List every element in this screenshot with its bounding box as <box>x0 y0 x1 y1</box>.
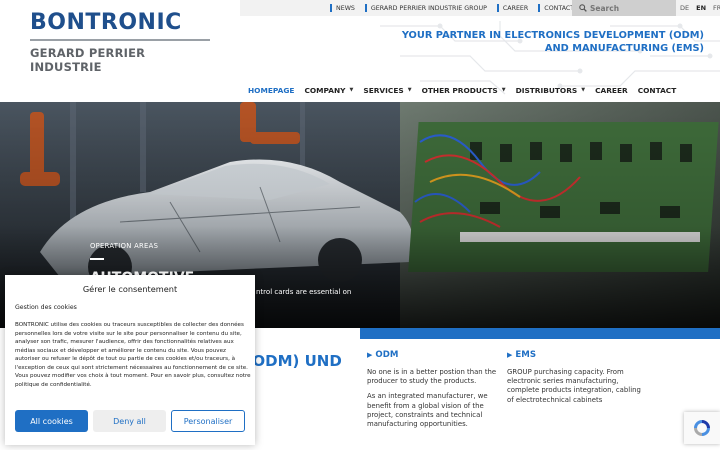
top-link-label: CAREER <box>502 4 529 12</box>
site-header: BONTRONIC GERARD PERRIER INDUSTRIE NEWS … <box>0 0 720 102</box>
brand-name: BONTRONIC <box>30 10 182 35</box>
chevron-down-icon: ▼ <box>407 87 412 93</box>
nav-contact[interactable]: CONTACT <box>638 86 677 95</box>
nav-label: CONTACT <box>637 85 677 95</box>
customize-button[interactable]: Personaliser <box>171 410 245 432</box>
brand-subtitle: GERARD PERRIER INDUSTRIE <box>30 46 146 74</box>
accent-strip <box>360 328 720 339</box>
ems-paragraph: GROUP purchasing capacity. From electron… <box>507 368 641 404</box>
search-input[interactable] <box>590 3 670 13</box>
chevron-down-icon: ▼ <box>581 87 586 93</box>
brand-logo[interactable]: BONTRONIC GERARD PERRIER INDUSTRIE <box>30 12 212 74</box>
search-box[interactable] <box>572 0 676 16</box>
link-marker <box>538 4 541 12</box>
nav-distributors[interactable]: DISTRIBUTORS ▼ <box>516 86 586 95</box>
top-link-label: NEWS <box>336 4 355 12</box>
nav-label: HOMEPAGE <box>248 85 295 95</box>
lang-fr[interactable]: FR <box>713 4 720 12</box>
link-marker <box>364 4 367 12</box>
nav-career[interactable]: CAREER <box>595 86 628 95</box>
top-link-group[interactable]: GERARD PERRIER INDUSTRIE GROUP <box>364 4 487 12</box>
top-link-contact[interactable]: CONTACT <box>538 4 574 12</box>
nav-label: COMPANY <box>304 85 346 95</box>
company-tagline: YOUR PARTNER IN ELECTRONICS DEVELOPMENT … <box>402 29 704 55</box>
tagline-line-2: AND MANUFACTURING (EMS) <box>544 43 704 54</box>
nav-label: OTHER PRODUCTS <box>421 85 498 95</box>
tagline-line-1: YOUR PARTNER IN ELECTRONICS DEVELOPMENT … <box>401 30 704 41</box>
nav-other-products[interactable]: OTHER PRODUCTS ▼ <box>422 86 506 95</box>
triangle-right-icon: ▶ <box>367 351 373 359</box>
nav-label: SERVICES <box>363 85 404 95</box>
hero-overline: OPERATION AREAS <box>90 242 159 250</box>
top-link-news[interactable]: NEWS <box>330 4 355 12</box>
cookie-subtitle: Gestion des cookies <box>15 304 77 311</box>
link-marker <box>330 4 332 12</box>
search-icon <box>579 4 587 12</box>
top-link-career[interactable]: CAREER <box>496 4 529 12</box>
nav-company[interactable]: COMPANY ▼ <box>304 86 353 95</box>
cookie-consent-dialog: Gérer le consentement Gestion des cookie… <box>5 275 255 445</box>
logo-divider <box>30 39 210 41</box>
top-bar: NEWS GERARD PERRIER INDUSTRIE GROUP CARE… <box>240 0 720 16</box>
odm-paragraph: As an integrated manufacturer, we benefi… <box>367 392 488 429</box>
cookie-body: BONTRONIC utilise des cookies ou traceur… <box>15 322 251 388</box>
ems-column: ▶ EMS GROUP purchasing capacity. From ele… <box>507 350 647 411</box>
hero-divider <box>90 258 104 260</box>
odm-heading[interactable]: ▶ ODM <box>367 350 507 360</box>
nav-services[interactable]: SERVICES ▼ <box>363 86 411 95</box>
odm-paragraph: No one is in a better postion than the p… <box>367 368 497 386</box>
odm-column: ▶ ODM No one is in a better postion than … <box>367 350 507 435</box>
hero-text: ntrol cards are essential on <box>256 288 352 296</box>
recaptcha-badge[interactable] <box>684 412 720 444</box>
chevron-down-icon: ▼ <box>501 87 506 93</box>
odm-heading-label: ODM <box>375 350 399 360</box>
lang-de[interactable]: DE <box>680 4 689 12</box>
lang-en[interactable]: EN <box>696 4 706 12</box>
top-links: NEWS GERARD PERRIER INDUSTRIE GROUP CARE… <box>330 0 584 16</box>
top-link-label: GERARD PERRIER INDUSTRIE GROUP <box>370 4 487 12</box>
top-link-label: CONTACT <box>544 4 575 12</box>
link-marker <box>496 4 499 12</box>
nav-homepage[interactable]: HOMEPAGE <box>248 86 294 95</box>
recaptcha-icon <box>694 420 710 436</box>
cookie-title: Gérer le consentement <box>82 284 178 294</box>
triangle-right-icon: ▶ <box>507 351 513 359</box>
accept-all-button[interactable]: All cookies <box>15 410 88 432</box>
nav-label: CAREER <box>595 85 628 95</box>
language-switcher: DE EN FR <box>680 0 720 16</box>
nav-label: DISTRIBUTORS <box>515 85 578 95</box>
deny-all-button[interactable]: Deny all <box>93 410 166 432</box>
main-navigation: HOMEPAGE COMPANY ▼ SERVICES ▼ OTHER PRODUC… <box>248 84 686 96</box>
chevron-down-icon: ▼ <box>349 87 354 93</box>
ems-heading[interactable]: ▶ EMS <box>507 350 647 360</box>
ems-heading-label: EMS <box>515 350 537 360</box>
